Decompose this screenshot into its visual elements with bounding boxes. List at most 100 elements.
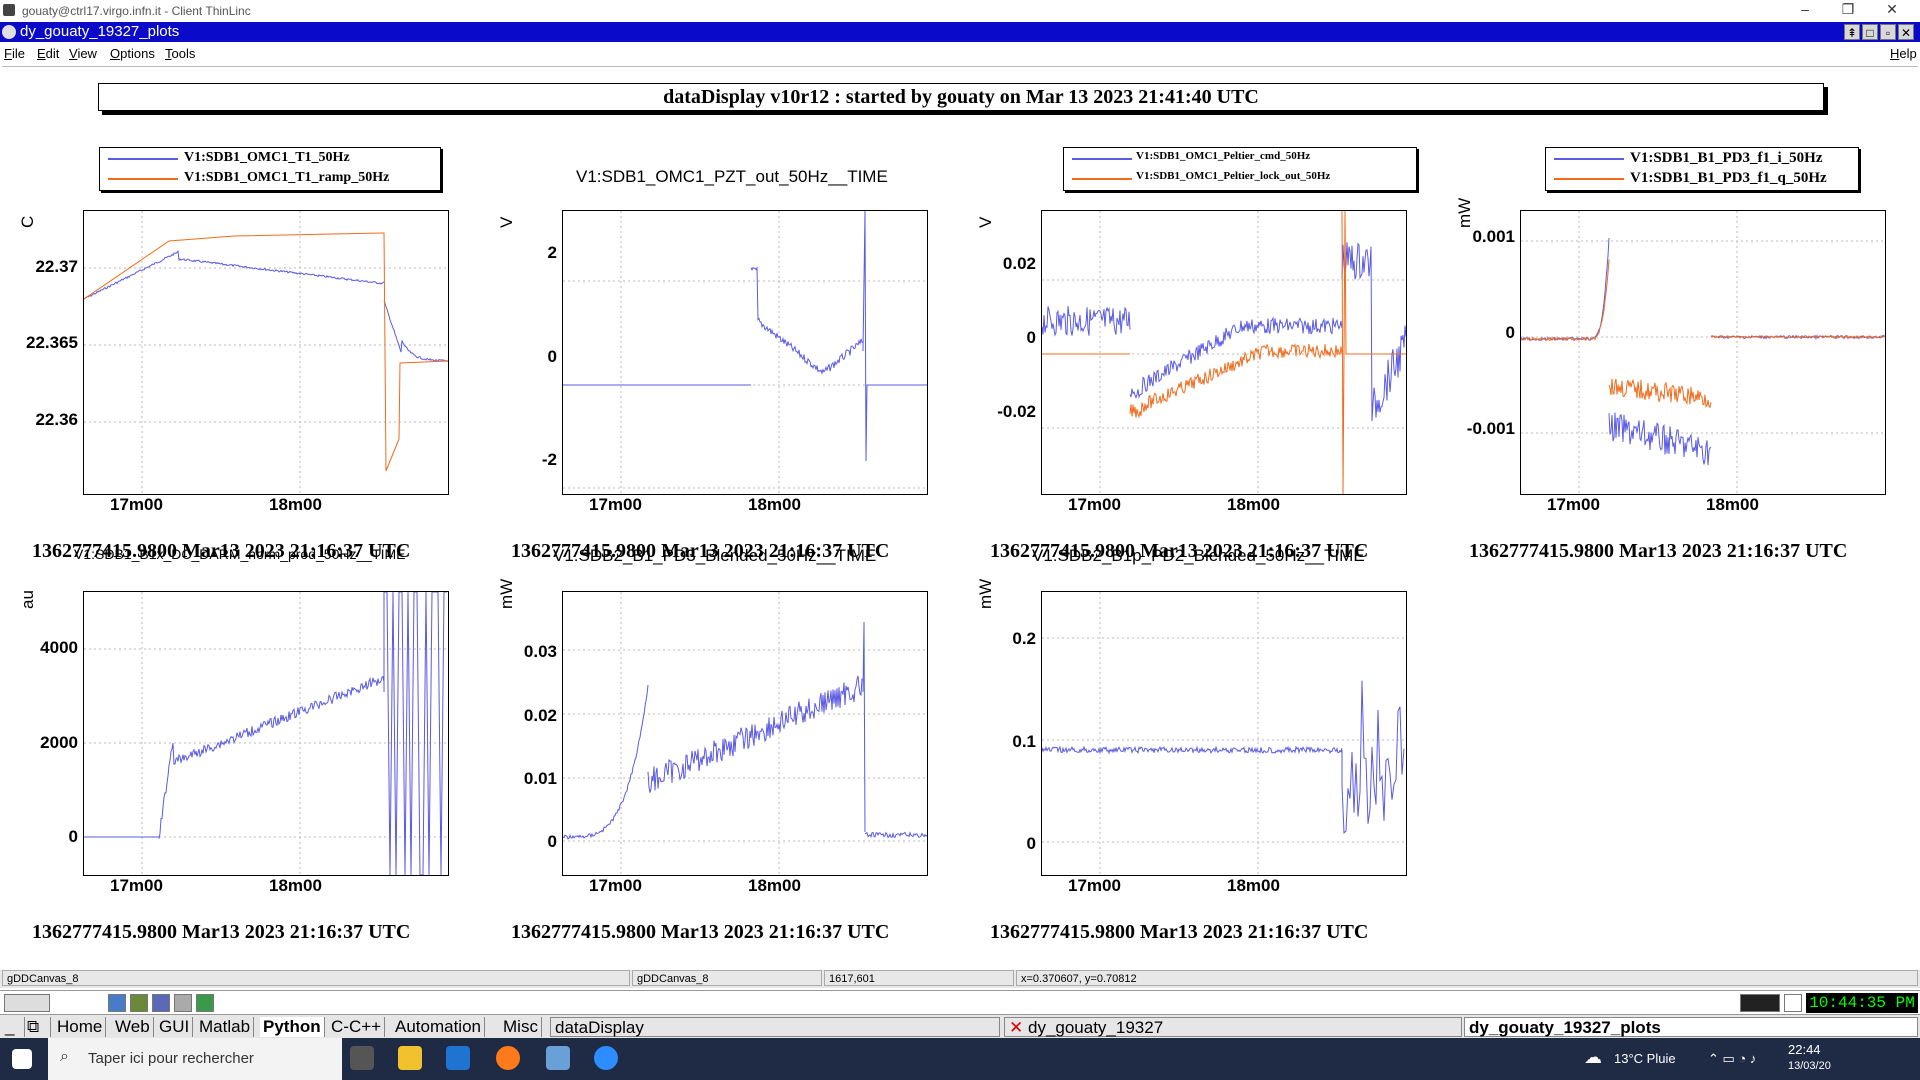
y-tick-label: 0.02 <box>1002 254 1036 273</box>
legend-entry: V1:SDB1_OMC1_Peltier_lock_out_50Hz <box>1064 169 1416 189</box>
trace-series-1 <box>383 300 448 363</box>
plot-pad[interactable]: V1:SDB2_B1p_PD2_Blended_50Hz__TIME mW 0.2 0… <box>960 530 1436 948</box>
plot-svg <box>1042 211 1406 494</box>
y-tick-label: 0 <box>1026 328 1036 347</box>
menu-edit[interactable]: Edit <box>37 46 59 61</box>
y-tick-label: 2 <box>547 243 557 262</box>
file-explorer-icon[interactable] <box>398 1046 422 1070</box>
desktop-panel-bottom: _ ⧉ Home Web GUI Matlab Python C-C++ Aut… <box>0 1014 1920 1039</box>
y-tick-label: 22.36 <box>35 410 78 429</box>
plot-area[interactable] <box>562 210 928 495</box>
taskbar-search[interactable]: ⌕ Taper ici pour rechercher <box>48 1038 342 1080</box>
minimize-all-icon[interactable]: _ <box>2 1017 25 1037</box>
app-icon <box>2 25 16 39</box>
x-tick-label: 18m00 <box>1227 495 1280 514</box>
windows-start-icon[interactable] <box>12 1049 32 1069</box>
tray-icons[interactable]: ⌃ ▭ ◔ ♪ <box>1708 1051 1756 1067</box>
y-tick-label: 0 <box>1026 834 1036 853</box>
plot-area[interactable] <box>1041 210 1407 495</box>
close-window-icon[interactable]: ✕ <box>1898 24 1914 40</box>
tab-matlab[interactable]: Matlab <box>196 1017 255 1037</box>
plot-canvas[interactable]: dataDisplay v10r12 : started by gouaty o… <box>2 66 1918 969</box>
y-tick-label: 2000 <box>40 733 78 752</box>
task-view-icon[interactable] <box>350 1046 374 1070</box>
plot-pad[interactable]: mW 0.001 0 -0.001 17m00 18m00 1362777415.9800 … <box>1439 107 1915 562</box>
restore-icon[interactable]: ❐ <box>1828 1 1868 18</box>
thinlinc-icon <box>3 4 15 16</box>
status-pixel-coords: 1617,601 <box>824 970 1014 986</box>
workspace-icon[interactable]: ⧉ <box>24 1017 51 1037</box>
plot-pad[interactable]: V 0.02 0 -0.02 17m00 18m00 1362777415.9800 Mar… <box>960 107 1436 562</box>
menu-options[interactable]: Options <box>110 46 155 61</box>
minimize-icon[interactable]: – <box>1785 1 1825 17</box>
plot-pad[interactable]: C 22.37 22.365 22.36 17m00 18m00 1362777415.98… <box>2 107 478 562</box>
tab-home[interactable]: Home <box>54 1017 107 1037</box>
plot-svg <box>84 211 448 494</box>
legend-entry: V1:SDB1_OMC1_Peltier_cmd_50Hz <box>1064 149 1416 169</box>
firefox-icon[interactable] <box>496 1046 520 1070</box>
minimize-window-icon[interactable]: ▫ <box>1880 24 1896 40</box>
plot-svg <box>84 592 448 875</box>
status-canvas-name: gDDCanvas_8 <box>2 970 630 986</box>
x-tick-label: 18m00 <box>1706 495 1759 514</box>
plot-pad[interactable]: V1:SDB1_B1x_DC_DARM_norm_prod_50Hz__TIME… <box>2 530 478 948</box>
raise-icon[interactable]: ⇞ <box>1844 24 1860 40</box>
tab-misc[interactable]: Misc <box>500 1017 542 1037</box>
thinlinc-taskbar-icon[interactable] <box>546 1046 570 1070</box>
legend-swatch <box>108 178 178 180</box>
tab-python[interactable]: Python <box>260 1017 325 1037</box>
panel-logo-icon[interactable] <box>4 994 50 1012</box>
legend-label: V1:SDB1_OMC1_T1_50Hz <box>184 150 350 165</box>
windows-taskbar: ⌕ Taper ici pour rechercher ☁ 13°C Pluie… <box>0 1038 1920 1080</box>
launcher-icon[interactable] <box>130 994 148 1012</box>
task-label: dy_gouaty_19327 <box>1027 1018 1164 1037</box>
plot-pad[interactable]: V1:SDB2_B1_PD3_Blended_50Hz__TIME mW 0.03 0… <box>481 530 957 948</box>
status-bar: gDDCanvas_8 gDDCanvas_8 1617,601 x=0.370… <box>0 970 1920 988</box>
legend-label: V1:SDB1_B1_PD3_f1_q_50Hz <box>1630 170 1827 186</box>
trace-series-2 <box>1521 259 1610 342</box>
tab-cpp[interactable]: C-C++ <box>328 1017 386 1037</box>
tab-automation[interactable]: Automation <box>392 1017 485 1037</box>
y-tick-label: 0 <box>547 832 557 851</box>
y-tick-label: 0 <box>1505 323 1515 342</box>
tab-web[interactable]: Web <box>112 1017 154 1037</box>
plot-area[interactable] <box>83 210 449 495</box>
y-axis-label: mW <box>1455 197 1474 228</box>
menu-view[interactable]: View <box>69 46 97 61</box>
launcher-icon[interactable] <box>174 994 192 1012</box>
maximize-icon[interactable]: □ <box>1862 24 1878 40</box>
launcher-icon[interactable] <box>152 994 170 1012</box>
legend-swatch <box>1072 178 1132 180</box>
menu-tools[interactable]: Tools <box>165 46 195 61</box>
launcher-icon[interactable] <box>108 994 126 1012</box>
plot-svg <box>1042 592 1406 875</box>
menu-file[interactable]: File <box>4 46 25 61</box>
task-dy-gouaty[interactable]: ✕ dy_gouaty_19327 <box>1004 1017 1462 1037</box>
y-tick-label: 4000 <box>40 638 78 657</box>
weather-text: 13°C Pluie <box>1614 1051 1676 1066</box>
legend-label: V1:SDB1_OMC1_T1_ramp_50Hz <box>184 170 390 185</box>
tab-gui[interactable]: GUI <box>156 1017 194 1037</box>
task-datadisplay[interactable]: dataDisplay <box>550 1017 1000 1037</box>
plot-area[interactable] <box>1041 591 1407 876</box>
menu-help[interactable]: Help <box>1890 46 1917 61</box>
mail-icon[interactable] <box>1784 994 1802 1012</box>
app-icon[interactable] <box>446 1046 470 1070</box>
plot-pad[interactable]: V1:SDB1_OMC1_PZT_out_50Hz__TIME V 2 0 -2 17m0… <box>481 107 957 562</box>
trace-series-2 <box>84 232 448 472</box>
search-icon: ⌕ <box>60 1048 69 1065</box>
y-axis-label: mW <box>497 578 516 609</box>
plot-area[interactable] <box>562 591 928 876</box>
launcher-icon[interactable] <box>196 994 214 1012</box>
plot-area[interactable] <box>1520 210 1886 495</box>
zoom-icon[interactable] <box>594 1046 618 1070</box>
trace-series-1 <box>1521 238 1610 342</box>
y-tick-label: 22.365 <box>26 333 78 352</box>
task-plots-window[interactable]: dy_gouaty_19327_plots <box>1464 1017 1918 1037</box>
y-axis-label: V <box>497 216 516 228</box>
x-tick-label: 17m00 <box>589 876 642 895</box>
y-axis-label: au <box>18 590 37 609</box>
trace-series-1 <box>647 675 864 793</box>
close-icon[interactable]: ✕ <box>1872 1 1912 18</box>
plot-area[interactable] <box>83 591 449 876</box>
